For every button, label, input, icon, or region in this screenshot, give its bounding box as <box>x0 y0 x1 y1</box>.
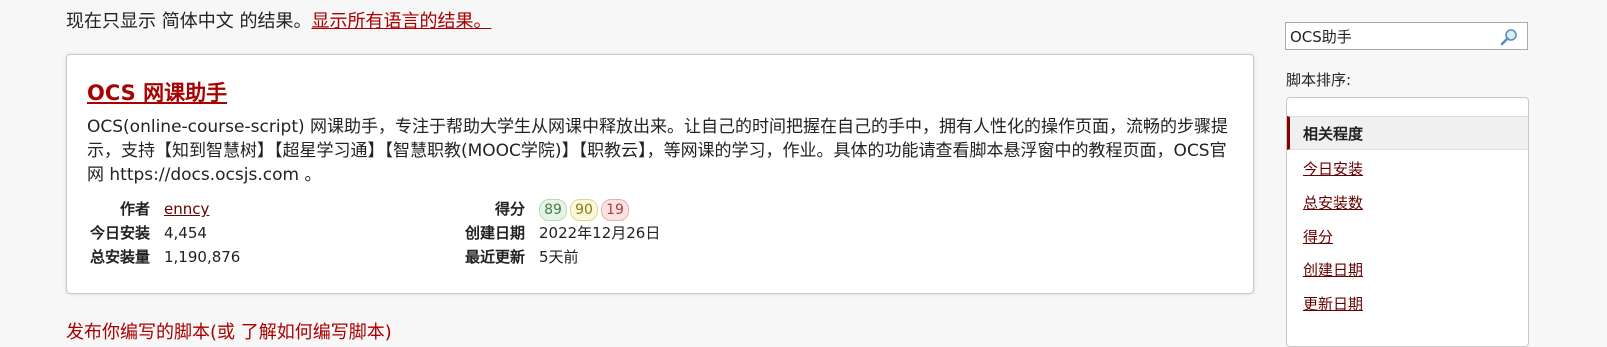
show-all-languages-link[interactable]: 显示所有语言的结果。 <box>311 11 491 32</box>
daily-installs-value: 4,454 <box>164 224 207 242</box>
language-notice-text: 现在只显示 简体中文 的结果。 <box>66 11 312 32</box>
author-link[interactable]: enncy <box>164 200 209 218</box>
sort-option-relevance[interactable]: 相关程度 <box>1287 116 1528 150</box>
total-installs-row: 总安装量 1,190,876 <box>87 245 240 269</box>
magnifier-icon[interactable] <box>1499 27 1519 47</box>
sort-option-score: 得分 <box>1287 220 1528 254</box>
created-row: 创建日期 2022年12月26日 <box>462 221 660 245</box>
sort-option-created: 创建日期 <box>1287 253 1528 287</box>
created-label: 创建日期 <box>464 224 525 242</box>
sort-link-total-installs[interactable]: 总安装数 <box>1303 194 1363 212</box>
sort-option-daily-installs: 今日安装 <box>1287 152 1528 186</box>
script-description: OCS(online-course-script) 网课助手，专注于帮助大学生从… <box>87 117 1229 185</box>
sort-link-updated[interactable]: 更新日期 <box>1303 295 1363 313</box>
sort-link-daily-installs[interactable]: 今日安装 <box>1303 160 1363 178</box>
sort-link-score[interactable]: 得分 <box>1303 228 1333 246</box>
search-box <box>1285 22 1528 50</box>
created-value: 2022年12月26日 <box>539 224 661 242</box>
total-installs-value: 1,190,876 <box>164 248 241 266</box>
ok-rating-badge: 90 <box>570 199 598 221</box>
score-values: 89 90 19 <box>525 197 632 221</box>
daily-installs-row: 今日安装 4,454 <box>87 221 240 245</box>
bad-rating-badge: 19 <box>601 199 629 221</box>
updated-row: 最近更新 5天前 <box>462 245 660 269</box>
publish-script-link[interactable]: 发布你编写的脚本(或 了解如何编写脚本) <box>66 318 392 344</box>
sort-option-total-installs: 总安装数 <box>1287 186 1528 220</box>
updated-value: 5天前 <box>539 248 579 266</box>
score-row: 得分 89 90 19 <box>462 197 660 221</box>
sort-link-created[interactable]: 创建日期 <box>1303 261 1363 279</box>
script-card: OCS 网课助手 OCS(online-course-script) 网课助手，… <box>66 54 1254 294</box>
language-filter-notice: 现在只显示 简体中文 的结果。显示所有语言的结果。 <box>66 8 491 36</box>
script-stats-left: 作者 enncy 今日安装 4,454 总安装量 1,190,876 <box>87 197 240 269</box>
sort-label: 脚本排序: <box>1286 71 1352 89</box>
script-title-link[interactable]: OCS 网课助手 <box>87 77 227 107</box>
author-label: 作者 <box>119 200 150 218</box>
score-label: 得分 <box>494 200 525 218</box>
search-input[interactable] <box>1290 26 1490 46</box>
author-row: 作者 enncy <box>87 197 240 221</box>
script-stats-right: 得分 89 90 19 创建日期 2022年12月26日 最近更新 5天前 <box>462 197 660 269</box>
good-rating-badge: 89 <box>539 199 567 221</box>
total-installs-label: 总安装量 <box>89 248 150 266</box>
sort-option-updated: 更新日期 <box>1287 287 1528 321</box>
updated-label: 最近更新 <box>464 248 525 266</box>
daily-installs-label: 今日安装 <box>89 224 150 242</box>
sort-options-list: 相关程度 今日安装 总安装数 得分 创建日期 更新日期 <box>1286 97 1529 347</box>
